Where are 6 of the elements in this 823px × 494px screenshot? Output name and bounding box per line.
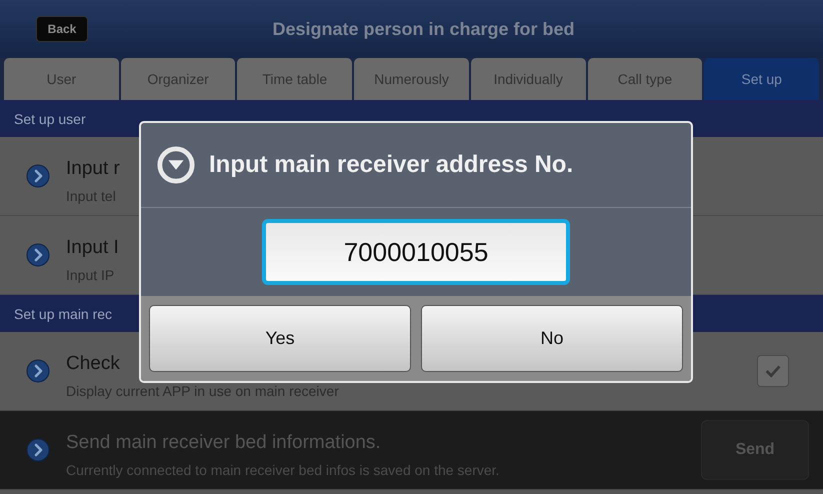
row-title: Check (66, 353, 120, 375)
dialog-title: Input main receiver address No. (209, 151, 574, 179)
row-title: Input r (66, 158, 120, 180)
screen-title: Designate person in charge for bed (271, 18, 576, 40)
row-title: Send main receiver bed informations. (66, 432, 381, 454)
row-title: Input I (66, 237, 119, 259)
